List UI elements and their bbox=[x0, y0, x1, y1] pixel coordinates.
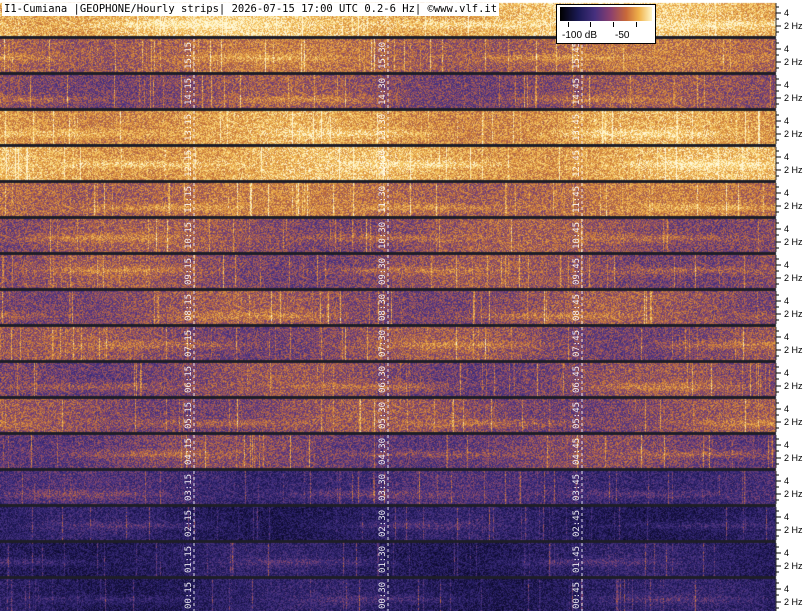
time-tick-label: 04:15 bbox=[184, 438, 194, 465]
time-tick-label: 11:45 bbox=[572, 186, 582, 213]
time-tick-label: 12:45 bbox=[572, 150, 582, 177]
time-tick-label: 05:30 bbox=[378, 402, 388, 429]
time-tick-label: 03:30 bbox=[378, 474, 388, 501]
frequency-tick-label: 4 bbox=[784, 476, 789, 486]
frequency-tick-label: 4 bbox=[784, 548, 789, 558]
frequency-tick-label: 2 Hz bbox=[784, 21, 803, 31]
time-tick-label: 06:30 bbox=[378, 366, 388, 393]
time-tick-label: 08:30 bbox=[378, 294, 388, 321]
time-tick-label: 15:45 bbox=[572, 42, 582, 69]
frequency-tick-label: 2 Hz bbox=[784, 525, 803, 535]
chart-title: I1-Cumiana |GEOPHONE/Hourly strips| 2026… bbox=[2, 3, 500, 16]
frequency-tick-label: 2 Hz bbox=[784, 237, 803, 247]
time-tick-label: 04:30 bbox=[378, 438, 388, 465]
frequency-tick-label: 2 Hz bbox=[784, 201, 803, 211]
time-tick-label: 07:45 bbox=[572, 330, 582, 357]
time-tick-label: 13:45 bbox=[572, 114, 582, 141]
frequency-tick-label: 4 bbox=[784, 404, 789, 414]
colorbar-gradient bbox=[560, 7, 652, 21]
frequency-tick-label: 2 Hz bbox=[784, 165, 803, 175]
time-tick-label: 09:15 bbox=[184, 258, 194, 285]
time-tick-label: 15:30 bbox=[378, 42, 388, 69]
time-tick-label: 08:15 bbox=[184, 294, 194, 321]
frequency-tick-label: 2 Hz bbox=[784, 381, 803, 391]
time-tick-label: 09:45 bbox=[572, 258, 582, 285]
time-tick-label: 08:45 bbox=[572, 294, 582, 321]
time-tick-label: 03:45 bbox=[572, 474, 582, 501]
colorbar-label-max: -50 bbox=[615, 30, 630, 41]
time-tick-label: 02:15 bbox=[184, 510, 194, 537]
frequency-tick-label: 4 bbox=[784, 332, 789, 342]
frequency-tick-label: 4 bbox=[784, 152, 789, 162]
frequency-tick-label: 4 bbox=[784, 584, 789, 594]
colorbar-label-min: -100 dB bbox=[562, 30, 598, 41]
frequency-tick-label: 4 bbox=[784, 116, 789, 126]
time-tick-label: 00:15 bbox=[184, 582, 194, 609]
frequency-tick-label: 2 Hz bbox=[784, 597, 803, 607]
time-tick-label: 09:30 bbox=[378, 258, 388, 285]
time-tick-label: 01:45 bbox=[572, 546, 582, 573]
time-tick-label: 14:30 bbox=[378, 78, 388, 105]
time-tick-label: 02:30 bbox=[378, 510, 388, 537]
time-tick-label: 14:15 bbox=[184, 78, 194, 105]
frequency-tick-label: 2 Hz bbox=[784, 489, 803, 499]
frequency-tick-label: 2 Hz bbox=[784, 453, 803, 463]
time-tick-label: 10:30 bbox=[378, 222, 388, 249]
frequency-tick-label: 4 bbox=[784, 296, 789, 306]
frequency-tick-label: 4 bbox=[784, 440, 789, 450]
time-tick-label: 07:30 bbox=[378, 330, 388, 357]
time-tick-label: 00:45 bbox=[572, 582, 582, 609]
time-tick-label: 12:30 bbox=[378, 150, 388, 177]
frequency-tick-label: 4 bbox=[784, 8, 789, 18]
frequency-tick-label: 2 Hz bbox=[784, 561, 803, 571]
frequency-tick-label: 4 bbox=[784, 44, 789, 54]
colorbar-ticks bbox=[560, 22, 652, 28]
frequency-tick-label: 4 bbox=[784, 260, 789, 270]
time-tick-label: 10:15 bbox=[184, 222, 194, 249]
time-tick-label: 05:45 bbox=[572, 402, 582, 429]
frequency-tick-label: 2 Hz bbox=[784, 345, 803, 355]
time-tick-label: 06:15 bbox=[184, 366, 194, 393]
spectrogram-overlay: 4 2 Hz 15:15 15:30 15:45 4 2 Hz 14:15 14:30 14:45… bbox=[184, 3, 803, 611]
time-tick-label: 13:30 bbox=[378, 114, 388, 141]
time-tick-label: 02:45 bbox=[572, 510, 582, 537]
frequency-tick-label: 2 Hz bbox=[784, 129, 803, 139]
frequency-tick-label: 4 bbox=[784, 368, 789, 378]
time-tick-label: 03:15 bbox=[184, 474, 194, 501]
time-tick-label: 04:45 bbox=[572, 438, 582, 465]
time-tick-label: 12:15 bbox=[184, 150, 194, 177]
frequency-tick-label: 2 Hz bbox=[784, 57, 803, 67]
frequency-tick-label: 4 bbox=[784, 188, 789, 198]
time-tick-label: 10:45 bbox=[572, 222, 582, 249]
frequency-tick-label: 2 Hz bbox=[784, 93, 803, 103]
time-tick-label: 06:45 bbox=[572, 366, 582, 393]
frequency-tick-label: 2 Hz bbox=[784, 309, 803, 319]
time-tick-label: 00:30 bbox=[378, 582, 388, 609]
time-tick-label: 15:15 bbox=[184, 42, 194, 69]
time-tick-label: 11:15 bbox=[184, 186, 194, 213]
frequency-tick-label: 2 Hz bbox=[784, 417, 803, 427]
frequency-tick-label: 4 bbox=[784, 512, 789, 522]
time-tick-label: 01:30 bbox=[378, 546, 388, 573]
time-tick-label: 14:45 bbox=[572, 78, 582, 105]
frequency-tick-label: 2 Hz bbox=[784, 273, 803, 283]
time-tick-label: 13:15 bbox=[184, 114, 194, 141]
time-tick-label: 11:30 bbox=[378, 186, 388, 213]
time-tick-label: 05:15 bbox=[184, 402, 194, 429]
colorbar: -100 dB -50 bbox=[556, 4, 656, 44]
frequency-tick-label: 4 bbox=[784, 224, 789, 234]
time-tick-label: 01:15 bbox=[184, 546, 194, 573]
frequency-tick-label: 4 bbox=[784, 80, 789, 90]
time-tick-label: 07:15 bbox=[184, 330, 194, 357]
